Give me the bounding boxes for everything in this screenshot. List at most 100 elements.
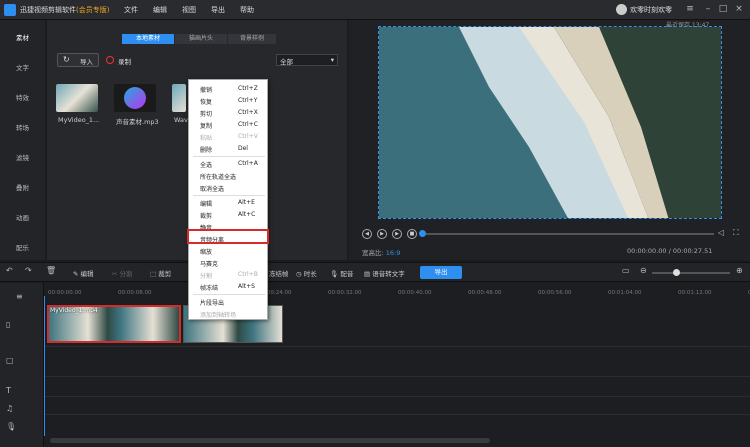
seek-bar[interactable]: [422, 233, 714, 235]
context-menu-item[interactable]: 恢复 Ctrl+Y: [189, 95, 267, 107]
track-divider: [44, 414, 750, 415]
import-icon: ↻: [63, 55, 70, 64]
minimize-icon[interactable]: –: [702, 3, 714, 15]
zoom-out-icon[interactable]: ⊖: [640, 266, 647, 275]
import-button[interactable]: ↻ 导入: [57, 53, 99, 67]
screenshot-icon[interactable]: ▭: [622, 266, 630, 275]
prev-frame-icon[interactable]: ◀: [362, 229, 372, 239]
menu-item-shortcut: Alt+E: [238, 199, 255, 206]
menu-item-label: 恢复: [200, 99, 213, 106]
duration-button[interactable]: ◷ 时长: [296, 268, 317, 278]
menu-file[interactable]: 文件: [124, 5, 138, 15]
edit-button[interactable]: ✎ 编辑: [73, 268, 94, 278]
overlay-track-icon: ▢: [6, 356, 14, 365]
timeline-scrollbar[interactable]: [50, 438, 490, 443]
speech-to-text-button[interactable]: ▤ 语音转文字: [364, 268, 405, 278]
sidebar-item-overlay[interactable]: 叠附: [0, 182, 45, 192]
context-menu-item[interactable]: 撤销 Ctrl+Z: [189, 83, 267, 95]
context-menu-item[interactable]: 取消全选: [189, 182, 267, 194]
sidebar-item-material[interactable]: 素材: [0, 32, 45, 42]
seek-handle[interactable]: [419, 230, 426, 237]
delete-icon[interactable]: 🗑: [46, 266, 56, 275]
sidebar-item-effects[interactable]: 特效: [0, 92, 45, 102]
sidebar-item-filters[interactable]: 滤镜: [0, 152, 45, 162]
menu-item-label: 缩放: [200, 249, 213, 256]
context-menu-item[interactable]: 帧冻结 Alt+S: [189, 281, 267, 293]
next-frame-icon[interactable]: ▶: [392, 229, 402, 239]
tab-intro[interactable]: 猫画片头: [175, 34, 227, 44]
export-button[interactable]: 导出: [420, 266, 462, 279]
split-button[interactable]: ✂ 分割: [112, 268, 133, 278]
menu-item-label: 马赛克: [200, 261, 219, 268]
media-thumb-audio[interactable]: [114, 84, 156, 112]
volume-icon[interactable]: ◁: [718, 228, 724, 237]
menu-item-label: 分割: [200, 273, 213, 280]
preview-video[interactable]: [378, 26, 722, 219]
sidebar-item-transitions[interactable]: 转场: [0, 122, 45, 132]
context-menu-item: 分割 Ctrl+B: [189, 269, 267, 281]
voice-track-icon: 🎙: [6, 422, 17, 431]
playhead[interactable]: [44, 296, 45, 436]
sidebar-item-animation[interactable]: 动画: [0, 212, 45, 222]
ruler-tick-label: 00:00:56.00: [538, 290, 572, 296]
context-menu-item[interactable]: 删除 Del: [189, 143, 267, 155]
sidebar-item-text[interactable]: 文字: [0, 62, 45, 72]
tab-local-material[interactable]: 本地素材: [122, 34, 174, 44]
context-menu-item: 粘贴 Ctrl+V: [189, 131, 267, 143]
add-track-icon[interactable]: ≡: [16, 292, 23, 301]
menu-help[interactable]: 帮助: [240, 5, 254, 15]
menu-item-label: 取消全选: [200, 186, 225, 193]
context-menu-item[interactable]: 裁剪 Alt+C: [189, 209, 267, 221]
context-menu-item[interactable]: 剪切 Ctrl+X: [189, 107, 267, 119]
clip-label: MyVideo_1.mp4: [50, 307, 98, 314]
media-thumb-video[interactable]: [56, 84, 98, 112]
menu-view[interactable]: 视图: [182, 5, 196, 15]
menu-item-shortcut: Ctrl+C: [238, 121, 258, 128]
menu-item-label: 粘贴: [200, 135, 213, 142]
fullscreen-icon[interactable]: ⛶: [733, 228, 739, 238]
stop-icon[interactable]: ■: [407, 229, 417, 239]
context-menu-item[interactable]: 片段导出: [189, 296, 267, 308]
close-icon[interactable]: ×: [733, 3, 745, 15]
crop-button[interactable]: ⬚ 裁剪: [150, 268, 171, 278]
media-label-video: MyVideo_1...: [58, 116, 100, 124]
zoom-handle[interactable]: [673, 269, 680, 276]
sidebar-item-music[interactable]: 配乐: [0, 242, 45, 252]
context-menu-item[interactable]: 编辑 Alt+E: [189, 197, 267, 209]
tab-background[interactable]: 背景样例: [228, 34, 276, 44]
play-icon[interactable]: ▶: [377, 229, 387, 239]
user-name[interactable]: 欢零时刻欢零: [630, 5, 672, 15]
menu-separator: [193, 195, 265, 196]
settings-icon[interactable]: ≡: [684, 3, 696, 15]
aspect-ratio[interactable]: 宽高比: 16:9: [362, 247, 400, 257]
video-track-icon: ▯: [6, 320, 11, 329]
filter-select[interactable]: 全部 ▾: [276, 54, 338, 66]
time-ruler[interactable]: 00:00:00.0000:00:08.0000:00:16.0000:00:2…: [44, 290, 750, 300]
app-title: 迅捷视频剪辑软件(会员专版): [20, 6, 110, 14]
menu-item-label: 裁剪: [200, 213, 213, 220]
menu-edit[interactable]: 编辑: [153, 5, 167, 15]
ruler-tick-label: 00:00:00.00: [48, 290, 82, 296]
menu-export[interactable]: 导出: [211, 5, 225, 15]
redo-icon[interactable]: ↷: [25, 266, 32, 275]
zoom-slider[interactable]: [652, 272, 730, 274]
record-button[interactable]: 录制: [118, 56, 131, 66]
undo-icon[interactable]: ↶: [6, 266, 13, 275]
dub-button[interactable]: 🎙 配音: [330, 268, 353, 278]
freeze-button[interactable]: 冻结帧: [269, 268, 289, 278]
menu-item-label: 编辑: [200, 201, 213, 208]
context-menu-item[interactable]: 全选 Ctrl+A: [189, 158, 267, 170]
record-icon[interactable]: [106, 56, 114, 64]
maximize-icon[interactable]: □: [717, 3, 729, 15]
context-menu-item[interactable]: 马赛克: [189, 257, 267, 269]
context-menu-item[interactable]: 复制 Ctrl+C: [189, 119, 267, 131]
media-thumb-wav[interactable]: [172, 84, 186, 112]
menu-item-shortcut: Ctrl+X: [238, 109, 258, 116]
track-divider: [44, 376, 750, 377]
avatar[interactable]: [616, 4, 627, 15]
menu-item-shortcut: Ctrl+A: [238, 160, 258, 167]
context-menu-item[interactable]: 缩放: [189, 245, 267, 257]
menu-item-shortcut: Alt+S: [238, 283, 255, 290]
zoom-in-icon[interactable]: ⊕: [736, 266, 743, 275]
context-menu-item[interactable]: 所在轨道全选: [189, 170, 267, 182]
